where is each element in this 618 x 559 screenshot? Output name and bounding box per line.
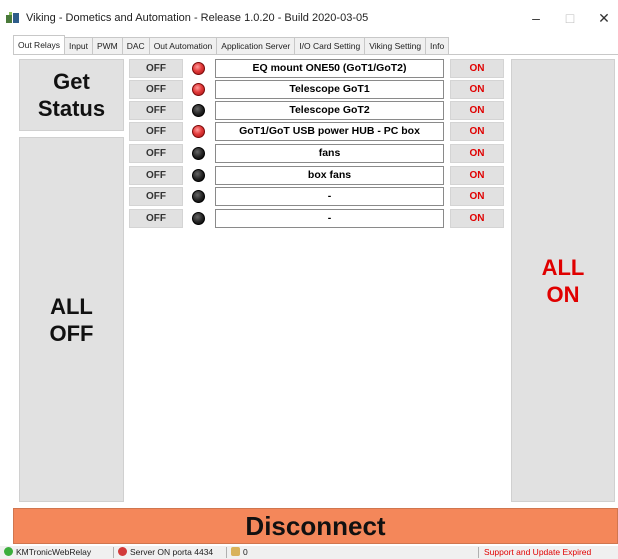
relay-status-led-icon <box>192 104 205 117</box>
tab-application-server[interactable]: Application Server <box>216 37 296 54</box>
title-bar: Viking - Dometics and Automation - Relea… <box>0 0 618 36</box>
status-app: KMTronicWebRelay <box>4 546 91 559</box>
relay-off-button[interactable]: OFF <box>129 122 183 141</box>
tab-out-relays[interactable]: Out Relays <box>13 35 66 54</box>
relay-name-field[interactable]: EQ mount ONE50 (GoT1/GoT2) <box>215 59 444 78</box>
relay-status-led-icon <box>192 83 205 96</box>
relay-name-field[interactable]: fans <box>215 144 444 163</box>
relay-status-led-icon <box>192 125 205 138</box>
disconnect-button[interactable]: Disconnect <box>13 508 618 544</box>
status-bar: KMTronicWebRelay Server ON porta 4434 0 … <box>0 546 618 559</box>
all-off-button[interactable]: ALL OFF <box>19 137 124 502</box>
all-off-label-line2: OFF <box>49 320 94 346</box>
relay-off-button[interactable]: OFF <box>129 187 183 206</box>
status-server: Server ON porta 4434 <box>118 546 213 559</box>
status-app-name: KMTronicWebRelay <box>16 547 92 557</box>
relay-status-led-icon <box>192 147 205 160</box>
relay-status-led-icon <box>192 212 205 225</box>
status-server-text: Server ON porta 4434 <box>130 547 214 557</box>
app-logo-icon <box>6 12 19 23</box>
relay-status-led-icon <box>192 169 205 182</box>
status-divider <box>478 547 479 558</box>
relay-on-button[interactable]: ON <box>450 101 504 120</box>
server-icon <box>118 547 127 556</box>
relay-status-led-icon <box>192 62 205 75</box>
relay-on-button[interactable]: ON <box>450 187 504 206</box>
users-icon <box>231 547 240 556</box>
relay-name-field[interactable]: - <box>215 187 444 206</box>
relay-status-led-icon <box>192 190 205 203</box>
tab-io-card-setting[interactable]: I/O Card Setting <box>294 37 366 54</box>
close-button[interactable]: ✕ <box>586 6 618 30</box>
all-on-label-line1: ALL <box>541 254 585 280</box>
tab-out-automation[interactable]: Out Automation <box>148 37 218 54</box>
tab-pwm[interactable]: PWM <box>91 37 123 54</box>
relay-off-button[interactable]: OFF <box>129 80 183 99</box>
tab-viking-setting[interactable]: Viking Setting <box>364 37 427 54</box>
relay-off-button[interactable]: OFF <box>129 101 183 120</box>
status-divider <box>113 547 114 558</box>
relay-name-field[interactable]: Telescope GoT1 <box>215 80 444 99</box>
status-users-count: 0 <box>243 547 248 557</box>
status-users: 0 <box>231 546 248 559</box>
status-divider <box>226 547 227 558</box>
relay-on-button[interactable]: ON <box>450 209 504 228</box>
tab-strip: Out Relays Input PWM DAC Out Automation … <box>13 35 450 54</box>
relay-on-button[interactable]: ON <box>450 59 504 78</box>
get-status-button[interactable]: Get Status <box>19 59 124 131</box>
relay-off-button[interactable]: OFF <box>129 209 183 228</box>
relay-on-button[interactable]: ON <box>450 122 504 141</box>
minimize-button[interactable]: – <box>518 6 554 30</box>
tab-info[interactable]: Info <box>425 37 450 54</box>
relay-name-field[interactable]: GoT1/GoT USB power HUB - PC box <box>215 122 444 141</box>
all-off-label-line1: ALL <box>50 293 93 319</box>
connected-icon <box>4 547 13 556</box>
relay-off-button[interactable]: OFF <box>129 166 183 185</box>
get-status-label-line2: Status <box>37 96 106 121</box>
get-status-label-line1: Get <box>53 69 90 94</box>
relay-on-button[interactable]: ON <box>450 166 504 185</box>
all-on-button[interactable]: ALL ON <box>511 59 615 502</box>
relay-name-field[interactable]: box fans <box>215 166 444 185</box>
window-title: Viking - Dometics and Automation - Relea… <box>26 12 369 24</box>
relay-off-button[interactable]: OFF <box>129 144 183 163</box>
relay-on-button[interactable]: ON <box>450 80 504 99</box>
tab-input[interactable]: Input <box>64 37 93 54</box>
all-on-label-line2: ON <box>546 281 580 307</box>
relay-on-button[interactable]: ON <box>450 144 504 163</box>
tab-dac[interactable]: DAC <box>121 37 150 54</box>
relay-name-field[interactable]: - <box>215 209 444 228</box>
status-support[interactable]: Support and Update Expired <box>484 546 591 559</box>
relay-name-field[interactable]: Telescope GoT2 <box>215 101 444 120</box>
relay-off-button[interactable]: OFF <box>129 59 183 78</box>
maximize-button[interactable]: □ <box>552 6 588 30</box>
